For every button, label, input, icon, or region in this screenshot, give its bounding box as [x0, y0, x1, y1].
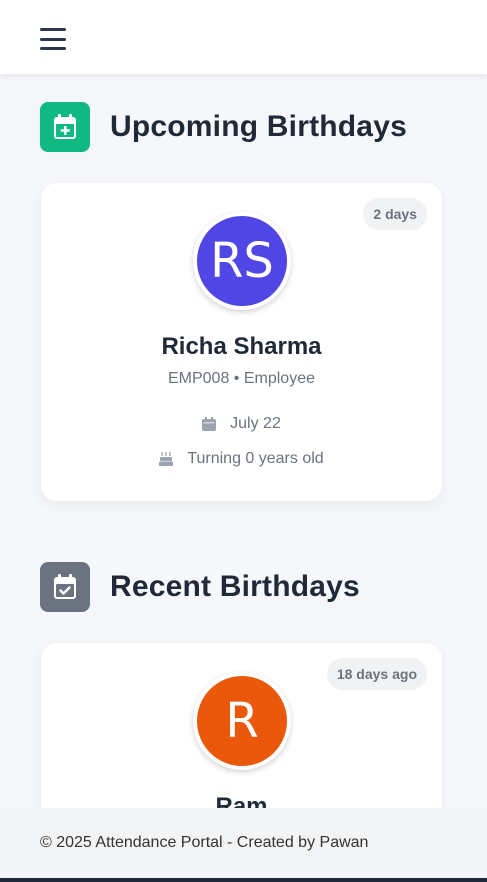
bottom-bar	[0, 878, 487, 882]
calendar-plus-icon	[40, 102, 90, 152]
upcoming-birthdays-header: Upcoming Birthdays	[40, 102, 407, 152]
days-until-badge: 2 days	[363, 198, 427, 230]
footer: © 2025 Attendance Portal - Created by Pa…	[0, 808, 487, 878]
birthday-date-row: July 22	[41, 415, 442, 433]
avatar: R	[193, 672, 291, 770]
hamburger-menu-icon[interactable]	[40, 27, 66, 51]
days-ago-badge: 18 days ago	[326, 658, 427, 690]
birthday-age-row: Turning 0 years old	[41, 450, 442, 468]
upcoming-birthdays-title: Upcoming Birthdays	[110, 110, 407, 143]
footer-text: © 2025 Attendance Portal - Created by Pa…	[40, 834, 369, 851]
recent-birthdays-header: Recent Birthdays	[40, 562, 360, 612]
birthday-age: Turning 0 years old	[187, 450, 324, 467]
employee-name: Richa Sharma	[161, 333, 322, 360]
top-bar	[0, 0, 487, 74]
birthday-date: July 22	[230, 415, 281, 432]
page: Upcoming Birthdays 2 days RS Richa Sharm…	[0, 0, 487, 882]
employee-meta: EMP008 • Employee	[167, 370, 315, 387]
calendar-check-icon	[40, 562, 90, 612]
recent-birthdays-title: Recent Birthdays	[110, 570, 360, 603]
avatar: RS	[193, 212, 291, 310]
calendar-icon	[202, 417, 217, 431]
birthday-cake-icon	[159, 452, 174, 466]
upcoming-birthday-card[interactable]: 2 days RS Richa Sharma EMP008 • Employee…	[41, 183, 442, 501]
